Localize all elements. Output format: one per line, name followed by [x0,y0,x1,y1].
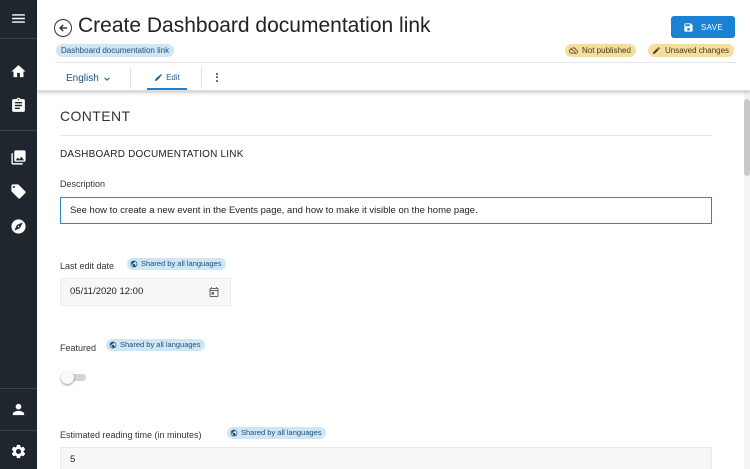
more-vert-dot [216,76,218,78]
shared-badge-label: Shared by all languages [241,428,322,437]
sidebar-divider [0,430,37,431]
scrollbar-thumb[interactable] [744,99,750,176]
language-select[interactable]: English [66,73,111,84]
description-label: Description [60,179,106,189]
gear-icon[interactable] [10,443,27,460]
tab-edit-label: Edit [166,73,180,82]
toolbar-divider [201,67,202,89]
description-input[interactable]: See how to create a new event in the Eve… [60,197,712,224]
content-area: CONTENT DASHBOARD DOCUMENTATION LINK Des… [37,91,750,469]
subsection-title: DASHBOARD DOCUMENTATION LINK [60,149,244,160]
not-published-badge: Not published [565,44,636,57]
more-vert-dot [216,79,218,82]
scrollbar[interactable] [744,91,750,469]
toolbar-divider [130,67,131,89]
back-button[interactable] [54,19,72,37]
language-select-label: English [66,73,99,84]
featured-toggle[interactable] [61,371,87,384]
compass-icon[interactable] [10,218,27,235]
chevron-down-icon [104,76,110,81]
page-header: Create Dashboard documentation link Dash… [37,0,750,91]
reading-time-input[interactable]: 5 [60,447,712,469]
shared-badge: Shared by all languages [106,339,206,351]
more-vert-icon [216,72,218,75]
last-edit-date-label: Last edit date [60,261,115,271]
shared-badge: Shared by all languages [227,427,327,439]
sidebar-divider [0,38,37,39]
user-icon[interactable] [10,401,27,418]
images-icon[interactable] [10,149,27,166]
globe-icon [130,260,138,268]
section-title: CONTENT [60,108,131,124]
shared-badge-label: Shared by all languages [141,259,222,268]
globe-icon [230,429,238,437]
pencil-icon [155,74,162,81]
shared-badge-label: Shared by all languages [120,340,201,349]
header-divider [56,62,736,63]
save-button-label: SAVE [701,22,723,32]
unsaved-changes-label: Unsaved changes [665,46,730,55]
tag-icon[interactable] [10,183,27,200]
featured-label: Featured [60,343,97,353]
more-options-button[interactable] [213,71,221,83]
save-button[interactable]: SAVE [671,16,735,38]
shared-badge: Shared by all languages [127,258,227,270]
arrow-left-icon [59,24,68,32]
section-divider [60,135,712,136]
toggle-knob [61,371,74,384]
globe-icon [109,341,117,349]
unsaved-changes-badge: Unsaved changes [648,44,735,57]
not-published-label: Not published [582,46,631,55]
home-icon[interactable] [10,63,27,80]
reading-time-label: Estimated reading time (in minutes) [60,430,202,440]
last-edit-date-value: 05/11/2020 12:00 [70,286,144,297]
clipboard-icon[interactable] [10,97,27,114]
floppy-disk-icon [684,22,693,32]
tab-edit[interactable]: Edit [147,67,187,90]
calendar-icon[interactable] [208,286,220,298]
pencil-icon [653,47,660,54]
menu-icon[interactable] [10,10,27,27]
sidebar-divider [0,130,37,131]
last-edit-date-input[interactable]: 05/11/2020 12:00 [60,278,231,306]
sidebar-divider [0,388,37,389]
slug-badge: Dashboard documentation link [56,44,175,57]
page-title: Create Dashboard documentation link [78,14,431,37]
cloud-off-icon [569,47,578,55]
sidebar [0,0,37,469]
